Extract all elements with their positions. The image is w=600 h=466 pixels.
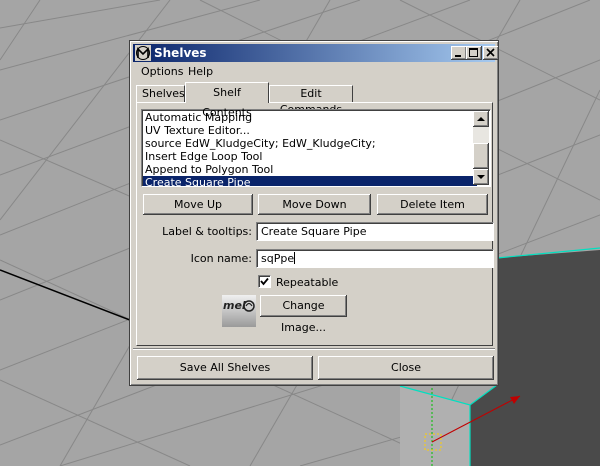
text-caret [294, 252, 296, 264]
menu-bar: Options Help [133, 63, 495, 81]
maximize-icon [469, 48, 478, 57]
menu-help[interactable]: Help [183, 65, 218, 78]
list-item[interactable]: Automatic Mapping [143, 111, 477, 124]
arrow-down-icon [477, 175, 485, 179]
separator [133, 348, 495, 350]
icon-name-label: Icon name: [190, 252, 252, 265]
title-bar[interactable]: Shelves [133, 44, 499, 62]
mel-icon: mel [222, 295, 256, 327]
window-title: Shelves [154, 46, 207, 60]
icon-name-value: sqPpe [261, 252, 295, 265]
list-item[interactable]: Insert Edge Loop Tool [143, 150, 477, 163]
list-item[interactable]: source EdW_KludgeCity; EdW_KludgeCity; [143, 137, 477, 150]
tab-shelves[interactable]: Shelves [136, 85, 185, 102]
menu-options[interactable]: Options [136, 65, 188, 78]
icon-name-input[interactable]: sqPpe [256, 249, 494, 268]
change-image-button[interactable]: Change Image... [260, 295, 347, 334]
minimize-icon [455, 55, 461, 57]
scroll-up-button[interactable] [473, 111, 489, 127]
minimize-button[interactable] [451, 46, 467, 60]
maya-app-icon [135, 45, 151, 61]
repeatable-label: Repeatable [276, 276, 339, 289]
scroll-down-button[interactable] [473, 169, 489, 185]
save-all-shelves-button[interactable]: Save All Shelves [137, 356, 313, 380]
delete-item-button[interactable]: Delete Item [377, 194, 488, 215]
repeatable-checkbox[interactable] [258, 275, 271, 288]
arrow-up-icon [477, 117, 485, 121]
list-item-selected[interactable]: Create Square Pipe [143, 176, 477, 186]
close-icon [486, 48, 495, 57]
list-scrollbar[interactable] [473, 111, 489, 185]
checkmark-icon [260, 277, 269, 286]
label-tooltips-label: Label & tooltips: [162, 225, 252, 238]
move-down-button[interactable]: Move Down [258, 194, 371, 215]
maximize-button[interactable] [466, 46, 482, 60]
tab-shelf-contents[interactable]: Shelf Contents [185, 82, 269, 119]
list-item[interactable]: UV Texture Editor... [143, 124, 477, 137]
label-tooltips-input[interactable]: Create Square Pipe [256, 222, 494, 241]
scroll-thumb[interactable] [473, 143, 489, 169]
close-window-button[interactable] [483, 46, 499, 60]
tab-edit-commands[interactable]: Edit Commands [269, 85, 353, 116]
move-up-button[interactable]: Move Up [143, 194, 253, 215]
shelf-items-list[interactable]: Automatic Mapping UV Texture Editor... s… [141, 109, 491, 187]
mel-icon-text: mel [223, 299, 246, 312]
list-item[interactable]: Append to Polygon Tool [143, 163, 477, 176]
close-button[interactable]: Close [318, 356, 494, 380]
tab-strip: Shelves Shelf Contents Edit Commands [134, 82, 496, 119]
